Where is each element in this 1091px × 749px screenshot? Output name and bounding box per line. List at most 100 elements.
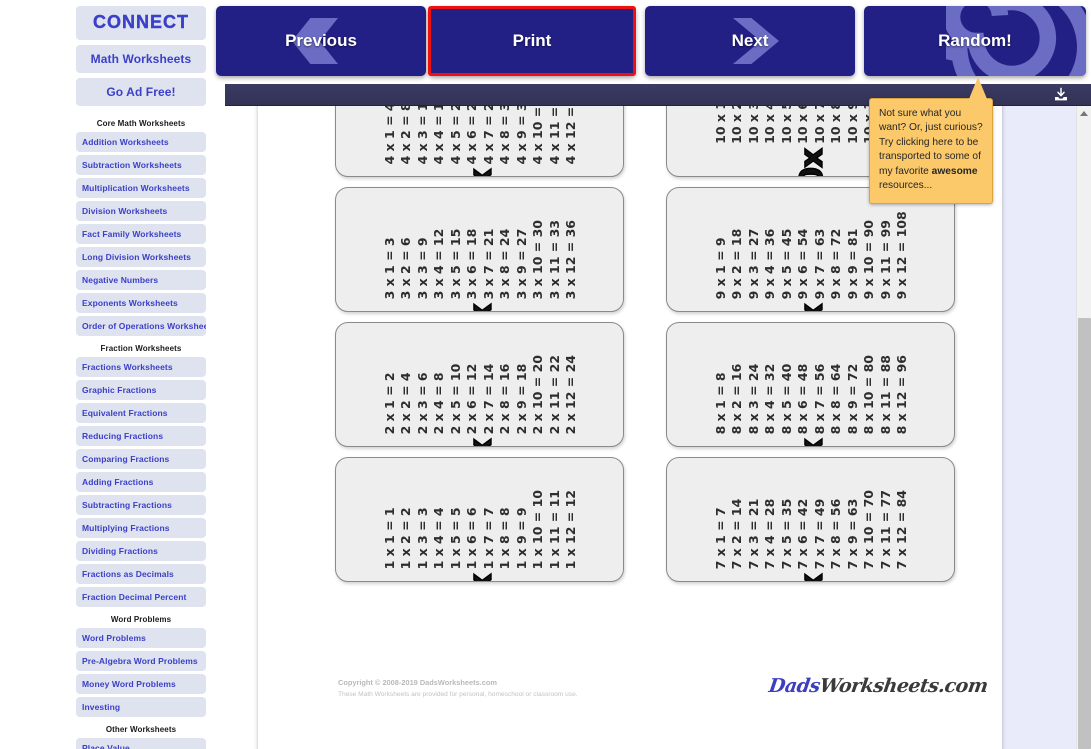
sidebar-item-multiplication[interactable]: Multiplication Worksheets — [76, 178, 206, 198]
sidebar-heading-fraction: Fraction Worksheets — [100, 344, 182, 353]
sidebar-item-word-problems[interactable]: Word Problems — [76, 628, 206, 648]
sidebar-item-fraction-decimal-percent[interactable]: Fraction Decimal Percent — [76, 587, 206, 607]
equation-line: 2 x 12 = 24 — [563, 354, 578, 435]
equation-column: 8 x 1 = 88 x 2 = 16 8 x 3 = 24 8 x 4 = 32 8… — [713, 355, 911, 434]
equation-line: 9 x 10 = 90 — [861, 219, 876, 300]
equation-line: 1 x 9 = 9 — [513, 507, 529, 570]
equation-line: 8 x 11 = 88 — [877, 354, 893, 435]
equation-line: 4 x 5 = 20 — [447, 106, 463, 165]
equation-line: 8 x 1 = 8 — [712, 372, 728, 435]
equation-line: 1 x 1 = 1 — [381, 507, 397, 570]
sidebar-item-graphic-fractions[interactable]: Graphic Fractions — [76, 380, 206, 400]
logo-prefix: Dads — [767, 675, 822, 697]
equation-line: 10 x 6 = 60 — [795, 106, 812, 144]
equation-column: 7 x 1 = 77 x 2 = 14 7 x 3 = 21 7 x 4 = 28 7… — [713, 490, 911, 569]
equation-line: 1 x 6 = 6 — [464, 507, 479, 570]
equation-line: 1 x 2 = 2 — [398, 507, 413, 570]
worksheet-table-row: 2x2 x 1 = 22 x 2 = 42 x 3 = 62 x 4 = 82 … — [335, 322, 955, 447]
equation-line: 9 x 9 = 81 — [844, 228, 860, 300]
sidebar-item-fractions[interactable]: Fractions Worksheets — [76, 357, 206, 377]
equation-line: 3 x 5 = 15 — [447, 228, 463, 300]
table-badge: 4x — [462, 169, 499, 176]
sidebar-item-dividing-fractions[interactable]: Dividing Fractions — [76, 541, 206, 561]
sidebar-heading-core: Core Math Worksheets — [96, 119, 186, 128]
print-button[interactable]: Print — [428, 6, 636, 76]
equation-line: 2 x 11 = 22 — [546, 354, 562, 435]
card-inner: 4x 4 x 1 = 44 x 2 = 84 x 3 = 124 x 4 = 16… — [336, 106, 623, 176]
equation-line: 1 x 10 = 10 — [530, 489, 545, 570]
multiplication-tables-grid: 4x 4 x 1 = 44 x 2 = 84 x 3 = 124 x 4 = 16… — [335, 106, 955, 592]
sidebar-item-reducing-fractions[interactable]: Reducing Fractions — [76, 426, 206, 446]
sidebar-item-long-division[interactable]: Long Division Worksheets — [76, 247, 206, 267]
sidebar-item-pre-algebra-word-problems[interactable]: Pre-Algebra Word Problems — [76, 651, 206, 671]
equation-line: 9 x 1 = 9 — [712, 237, 728, 300]
table-badge: 9x — [793, 304, 830, 311]
previous-button[interactable]: Previous — [216, 6, 426, 76]
equation-line: 2 x 6 = 12 — [464, 363, 479, 435]
equation-line: 8 x 5 = 40 — [778, 363, 794, 435]
equation-column: 9 x 1 = 99 x 2 = 18 9 x 3 = 27 9 x 4 = 36 9… — [713, 211, 911, 299]
equation-line: 8 x 6 = 48 — [795, 363, 810, 435]
equation-line: 9 x 8 = 72 — [828, 228, 843, 300]
scrollbar-thumb[interactable] — [1078, 318, 1091, 749]
equation-line: 2 x 7 = 14 — [480, 363, 496, 435]
equation-line: 3 x 3 = 9 — [414, 237, 430, 300]
sidebar-go-ad-free-button[interactable]: Go Ad Free! — [76, 78, 206, 106]
equation-line: 3 x 12 = 36 — [563, 219, 578, 300]
vertical-scrollbar[interactable] — [1076, 106, 1091, 749]
equation-line: 7 x 9 = 63 — [844, 498, 860, 570]
equation-line: 4 x 9 = 36 — [513, 106, 529, 165]
equation-line: 4 x 12 = 48 — [563, 106, 578, 165]
sidebar-item-place-value[interactable]: Place Value — [76, 738, 206, 749]
equation-column: 1 x 1 = 11 x 2 = 21 x 3 = 31 x 4 = 4 1 x … — [382, 490, 580, 569]
sidebar-item-adding-fractions[interactable]: Adding Fractions — [76, 472, 206, 492]
sidebar-item-equivalent-fractions[interactable]: Equivalent Fractions — [76, 403, 206, 423]
equation-line: 3 x 7 = 21 — [480, 228, 496, 300]
sidebar-item-money-word-problems[interactable]: Money Word Problems — [76, 674, 206, 694]
equation-line: 7 x 12 = 84 — [894, 489, 909, 570]
equation-line: 9 x 11 = 99 — [877, 219, 893, 300]
sidebar-item-exponents[interactable]: Exponents Worksheets — [76, 293, 206, 313]
sidebar-item-subtracting-fractions[interactable]: Subtracting Fractions — [76, 495, 206, 515]
equation-line: 1 x 3 = 3 — [414, 507, 430, 570]
equation-line: 7 x 3 = 21 — [745, 498, 761, 570]
sidebar-item-fractions-as-decimals[interactable]: Fractions as Decimals — [76, 564, 206, 584]
scroll-up-arrow-icon[interactable] — [1080, 111, 1088, 116]
equation-line: 2 x 8 = 16 — [497, 363, 512, 435]
sidebar-item-multiplying-fractions[interactable]: Multiplying Fractions — [76, 518, 206, 538]
equation-line: 2 x 4 = 8 — [431, 372, 446, 435]
sidebar-item-division[interactable]: Division Worksheets — [76, 201, 206, 221]
worksheet-table-row: 3x3 x 1 = 33 x 2 = 63 x 3 = 93 x 4 = 123… — [335, 187, 955, 312]
sidebar-item-subtraction[interactable]: Subtraction Worksheets — [76, 155, 206, 175]
equation-line: 4 x 10 = 40 — [530, 106, 545, 165]
table-badge: 8x — [793, 439, 830, 446]
equation-line: 9 x 5 = 45 — [778, 228, 794, 300]
sidebar-item-investing[interactable]: Investing — [76, 697, 206, 717]
sidebar-item-order-of-operations[interactable]: Order of Operations Worksheets — [76, 316, 206, 336]
equation-line: 10 x 3 = 30 — [746, 106, 763, 144]
download-icon[interactable] — [1053, 87, 1069, 103]
card-inner: 9x 9 x 1 = 99 x 2 = 189 x 3 = 279 x 4 = 3… — [667, 211, 954, 311]
equation-line: 7 x 4 = 28 — [762, 498, 777, 570]
equation-line: 1 x 4 = 4 — [431, 507, 446, 570]
sidebar-connect-button[interactable]: CONNECT — [76, 6, 206, 40]
sidebar-item-fact-family[interactable]: Fact Family Worksheets — [76, 224, 206, 244]
table-badge: 7x — [793, 574, 830, 581]
sidebar-math-worksheets-button[interactable]: Math Worksheets — [76, 45, 206, 73]
equation-line: 10 x 4 = 40 — [762, 106, 779, 144]
next-button-slot: Next — [645, 6, 855, 76]
equation-line: 1 x 8 = 8 — [497, 507, 512, 570]
equation-line: 3 x 11 = 33 — [546, 219, 562, 300]
sidebar: CONNECT Math Worksheets Go Ad Free! Core… — [76, 0, 206, 749]
equation-line: 7 x 10 = 70 — [861, 489, 876, 570]
worksheet-table-row: 1x1 x 1 = 11 x 2 = 21 x 3 = 31 x 4 = 41 … — [335, 457, 955, 582]
random-button[interactable]: Random! — [864, 6, 1086, 76]
equation-line: 3 x 1 = 3 — [381, 237, 397, 300]
sidebar-item-comparing-fractions[interactable]: Comparing Fractions — [76, 449, 206, 469]
card-inner: 3x3 x 1 = 33 x 2 = 63 x 3 = 93 x 4 = 123… — [336, 220, 623, 311]
sidebar-item-negative-numbers[interactable]: Negative Numbers — [76, 270, 206, 290]
card-inner: 8x 8 x 1 = 88 x 2 = 168 x 3 = 248 x 4 = 3… — [667, 355, 954, 446]
next-button[interactable]: Next — [645, 6, 855, 76]
sidebar-item-addition[interactable]: Addition Worksheets — [76, 132, 206, 152]
equation-line: 7 x 7 = 49 — [811, 498, 827, 570]
